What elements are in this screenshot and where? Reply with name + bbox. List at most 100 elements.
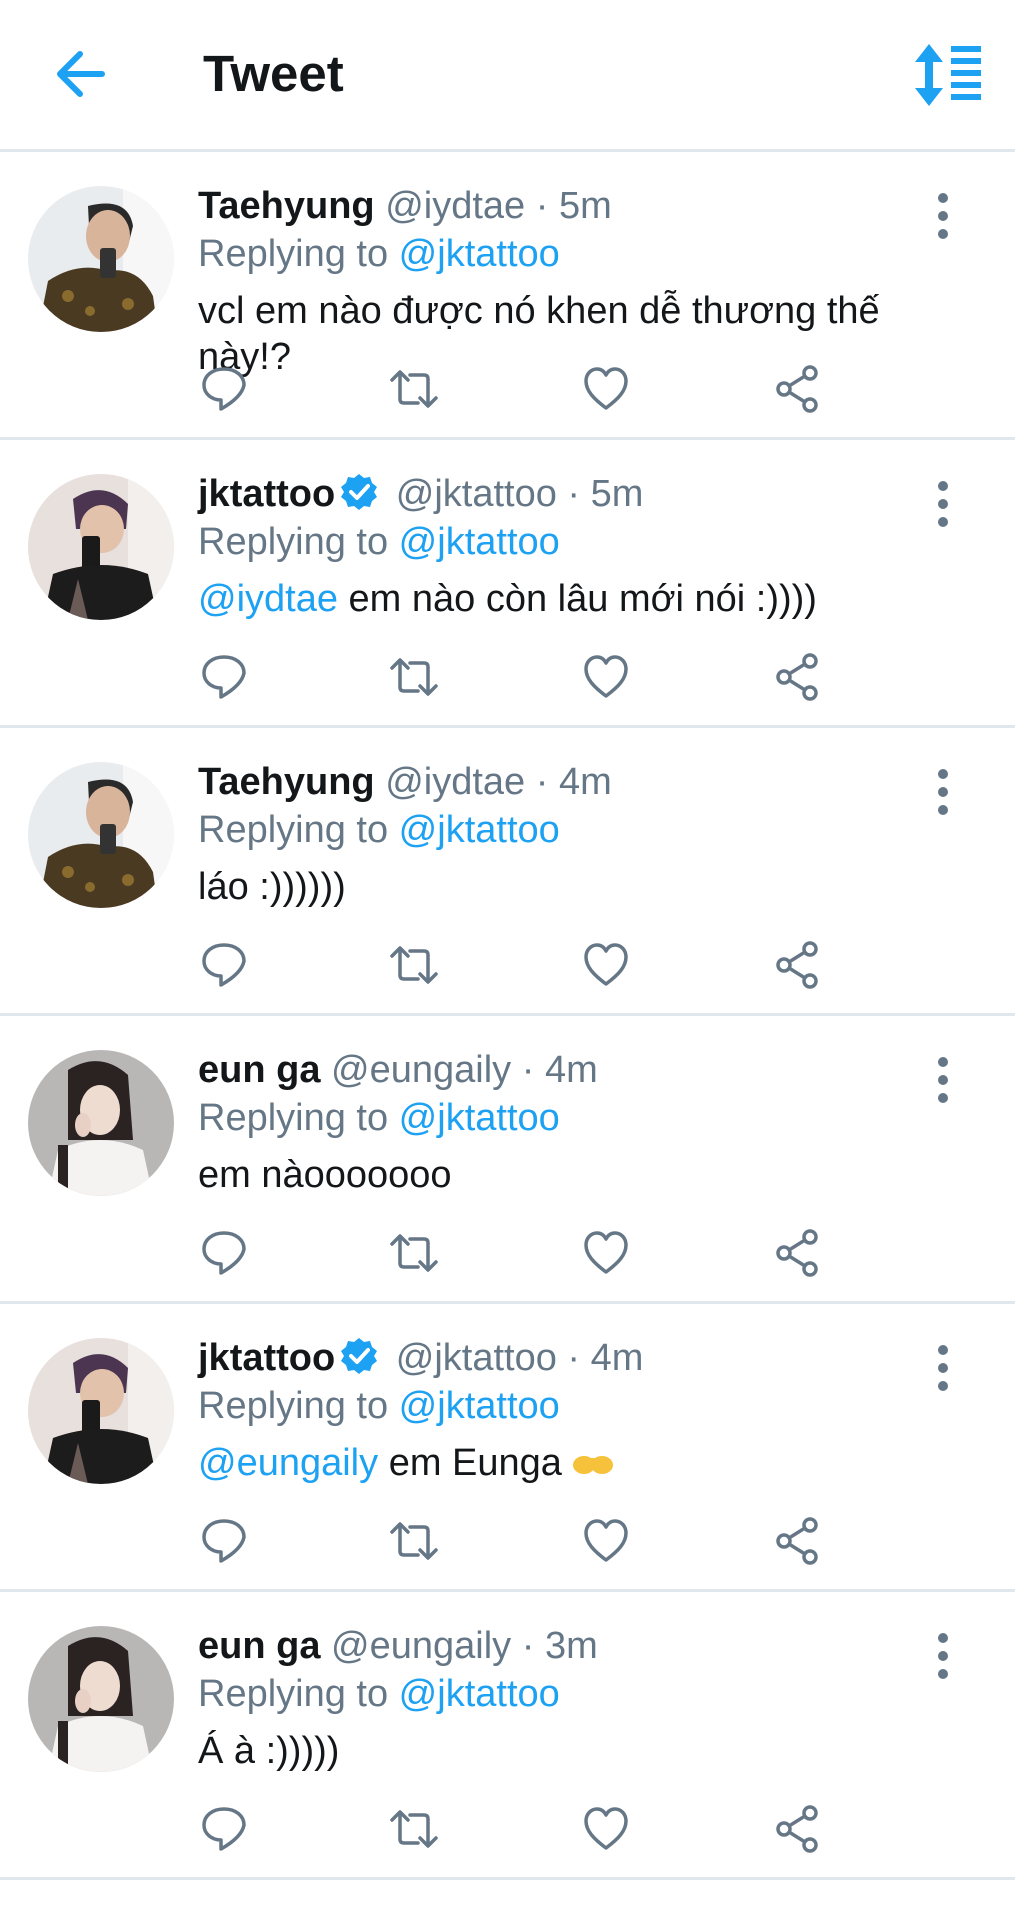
like-heart-icon[interactable] [580, 939, 632, 991]
tweet-content: jktattoo @jktattoo · 4m Replying to @jkt… [198, 1334, 925, 1486]
display-name[interactable]: Taehyung [198, 185, 375, 227]
replying-to-link[interactable]: @jktattoo [399, 233, 560, 275]
display-name[interactable]: Taehyung [198, 761, 375, 803]
tweet-content: Taehyung @iydtae · 5m Replying to @jktat… [198, 182, 925, 380]
tweet-content: jktattoo @jktattoo · 5m Replying to @jkt… [198, 470, 925, 622]
replying-to: Replying to @jktattoo [198, 230, 925, 278]
reply-icon[interactable] [198, 939, 250, 991]
replying-to: Replying to @jktattoo [198, 1094, 925, 1142]
tweet-text: em nàooooooo [198, 1152, 925, 1198]
share-icon[interactable] [772, 1227, 824, 1279]
display-name[interactable]: eun ga [198, 1049, 320, 1091]
more-options-icon[interactable] [933, 1628, 953, 1688]
reply-icon[interactable] [198, 651, 250, 703]
mention-link[interactable]: @eungaily [198, 1442, 378, 1484]
like-heart-icon[interactable] [580, 1515, 632, 1567]
reply-icon[interactable] [198, 363, 250, 415]
mention-link[interactable]: @iydtae [198, 578, 338, 620]
retweet-icon[interactable] [388, 363, 440, 415]
tweet-text: Á à :))))) [198, 1728, 925, 1774]
replying-to: Replying to @jktattoo [198, 806, 925, 854]
timestamp: 4m [590, 1337, 644, 1379]
separator-dot: · [511, 1049, 545, 1091]
user-handle[interactable]: @eungaily [331, 1049, 511, 1091]
share-icon[interactable] [772, 939, 824, 991]
user-handle[interactable]: @jktattoo [396, 1337, 557, 1379]
tweet-header: Taehyung @iydtae · 4m [198, 758, 925, 806]
user-handle[interactable]: @jktattoo [396, 473, 557, 515]
replying-to-link[interactable]: @jktattoo [399, 1385, 560, 1427]
reply-icon[interactable] [198, 1227, 250, 1279]
retweet-icon[interactable] [388, 939, 440, 991]
more-options-icon[interactable] [933, 764, 953, 824]
more-options-icon[interactable] [933, 1340, 953, 1400]
tweet-actions [198, 1803, 838, 1855]
separator-dot: · [556, 1337, 591, 1379]
retweet-icon[interactable] [388, 1803, 440, 1855]
avatar[interactable] [28, 474, 174, 620]
tweet-header: jktattoo @jktattoo · 5m [198, 470, 925, 518]
replying-to-link[interactable]: @jktattoo [399, 1097, 560, 1139]
timestamp: 3m [544, 1625, 598, 1667]
like-heart-icon[interactable] [580, 1803, 632, 1855]
replying-to-link[interactable]: @jktattoo [399, 1673, 560, 1715]
separator-dot: · [511, 1625, 545, 1667]
tweet-header: Taehyung @iydtae · 5m [198, 182, 925, 230]
sort-replies-icon[interactable] [913, 42, 985, 108]
reply-tweet[interactable]: Taehyung @iydtae · 4m Replying to @jktat… [0, 728, 1015, 1016]
user-handle[interactable]: @iydtae [385, 761, 525, 803]
user-handle[interactable]: @eungaily [331, 1625, 511, 1667]
avatar[interactable] [28, 1338, 174, 1484]
timestamp: 4m [544, 1049, 598, 1091]
tweet-header: eun ga @eungaily · 4m [198, 1046, 925, 1094]
tweet-content: Taehyung @iydtae · 4m Replying to @jktat… [198, 758, 925, 910]
reply-icon[interactable] [198, 1803, 250, 1855]
replying-to-label: Replying to [198, 1097, 399, 1139]
reply-tweet[interactable]: eun ga @eungaily · 4m Replying to @jktat… [0, 1016, 1015, 1304]
like-heart-icon[interactable] [580, 651, 632, 703]
share-icon[interactable] [772, 1515, 824, 1567]
replying-to: Replying to @jktattoo [198, 518, 925, 566]
timestamp: 5m [558, 185, 612, 227]
retweet-icon[interactable] [388, 1515, 440, 1567]
replying-to-link[interactable]: @jktattoo [399, 521, 560, 563]
share-icon[interactable] [772, 1803, 824, 1855]
more-options-icon[interactable] [933, 188, 953, 248]
avatar[interactable] [28, 1050, 174, 1196]
separator-dot: · [525, 761, 559, 803]
share-icon[interactable] [772, 651, 824, 703]
reply-tweet[interactable]: eun ga @eungaily · 3m Replying to @jktat… [0, 1592, 1015, 1880]
retweet-icon[interactable] [388, 651, 440, 703]
tweet-body: em Eunga [378, 1442, 573, 1484]
display-name[interactable]: jktattoo [198, 473, 335, 515]
reply-tweet[interactable]: jktattoo @jktattoo · 5m Replying to @jkt… [0, 440, 1015, 728]
separator-dot: · [556, 473, 591, 515]
more-options-icon[interactable] [933, 1052, 953, 1112]
more-options-icon[interactable] [933, 476, 953, 536]
retweet-icon[interactable] [388, 1227, 440, 1279]
display-name[interactable]: jktattoo [198, 1337, 335, 1379]
display-name[interactable]: eun ga [198, 1625, 320, 1667]
like-heart-icon[interactable] [580, 363, 632, 415]
avatar[interactable] [28, 186, 174, 332]
reply-tweet[interactable]: Taehyung @iydtae · 5m Replying to @jktat… [0, 152, 1015, 440]
replying-to-label: Replying to [198, 521, 399, 563]
timestamp: 5m [590, 473, 644, 515]
reply-tweet[interactable]: jktattoo @jktattoo · 4m Replying to @jkt… [0, 1304, 1015, 1592]
like-heart-icon[interactable] [580, 1227, 632, 1279]
back-arrow-icon[interactable] [50, 44, 110, 104]
reply-icon[interactable] [198, 1515, 250, 1567]
user-handle[interactable]: @iydtae [385, 185, 525, 227]
page-title: Tweet [203, 45, 344, 102]
reply-list: Taehyung @iydtae · 5m Replying to @jktat… [0, 152, 1015, 1880]
avatar[interactable] [28, 762, 174, 908]
tweet-text: @eungaily em Eunga [198, 1440, 925, 1486]
replying-to-label: Replying to [198, 1673, 399, 1715]
replying-to-link[interactable]: @jktattoo [399, 809, 560, 851]
avatar[interactable] [28, 1626, 174, 1772]
verified-badge-icon [339, 1336, 379, 1376]
tweet-actions [198, 939, 838, 991]
share-icon[interactable] [772, 363, 824, 415]
replying-to-label: Replying to [198, 809, 399, 851]
replying-to: Replying to @jktattoo [198, 1382, 925, 1430]
